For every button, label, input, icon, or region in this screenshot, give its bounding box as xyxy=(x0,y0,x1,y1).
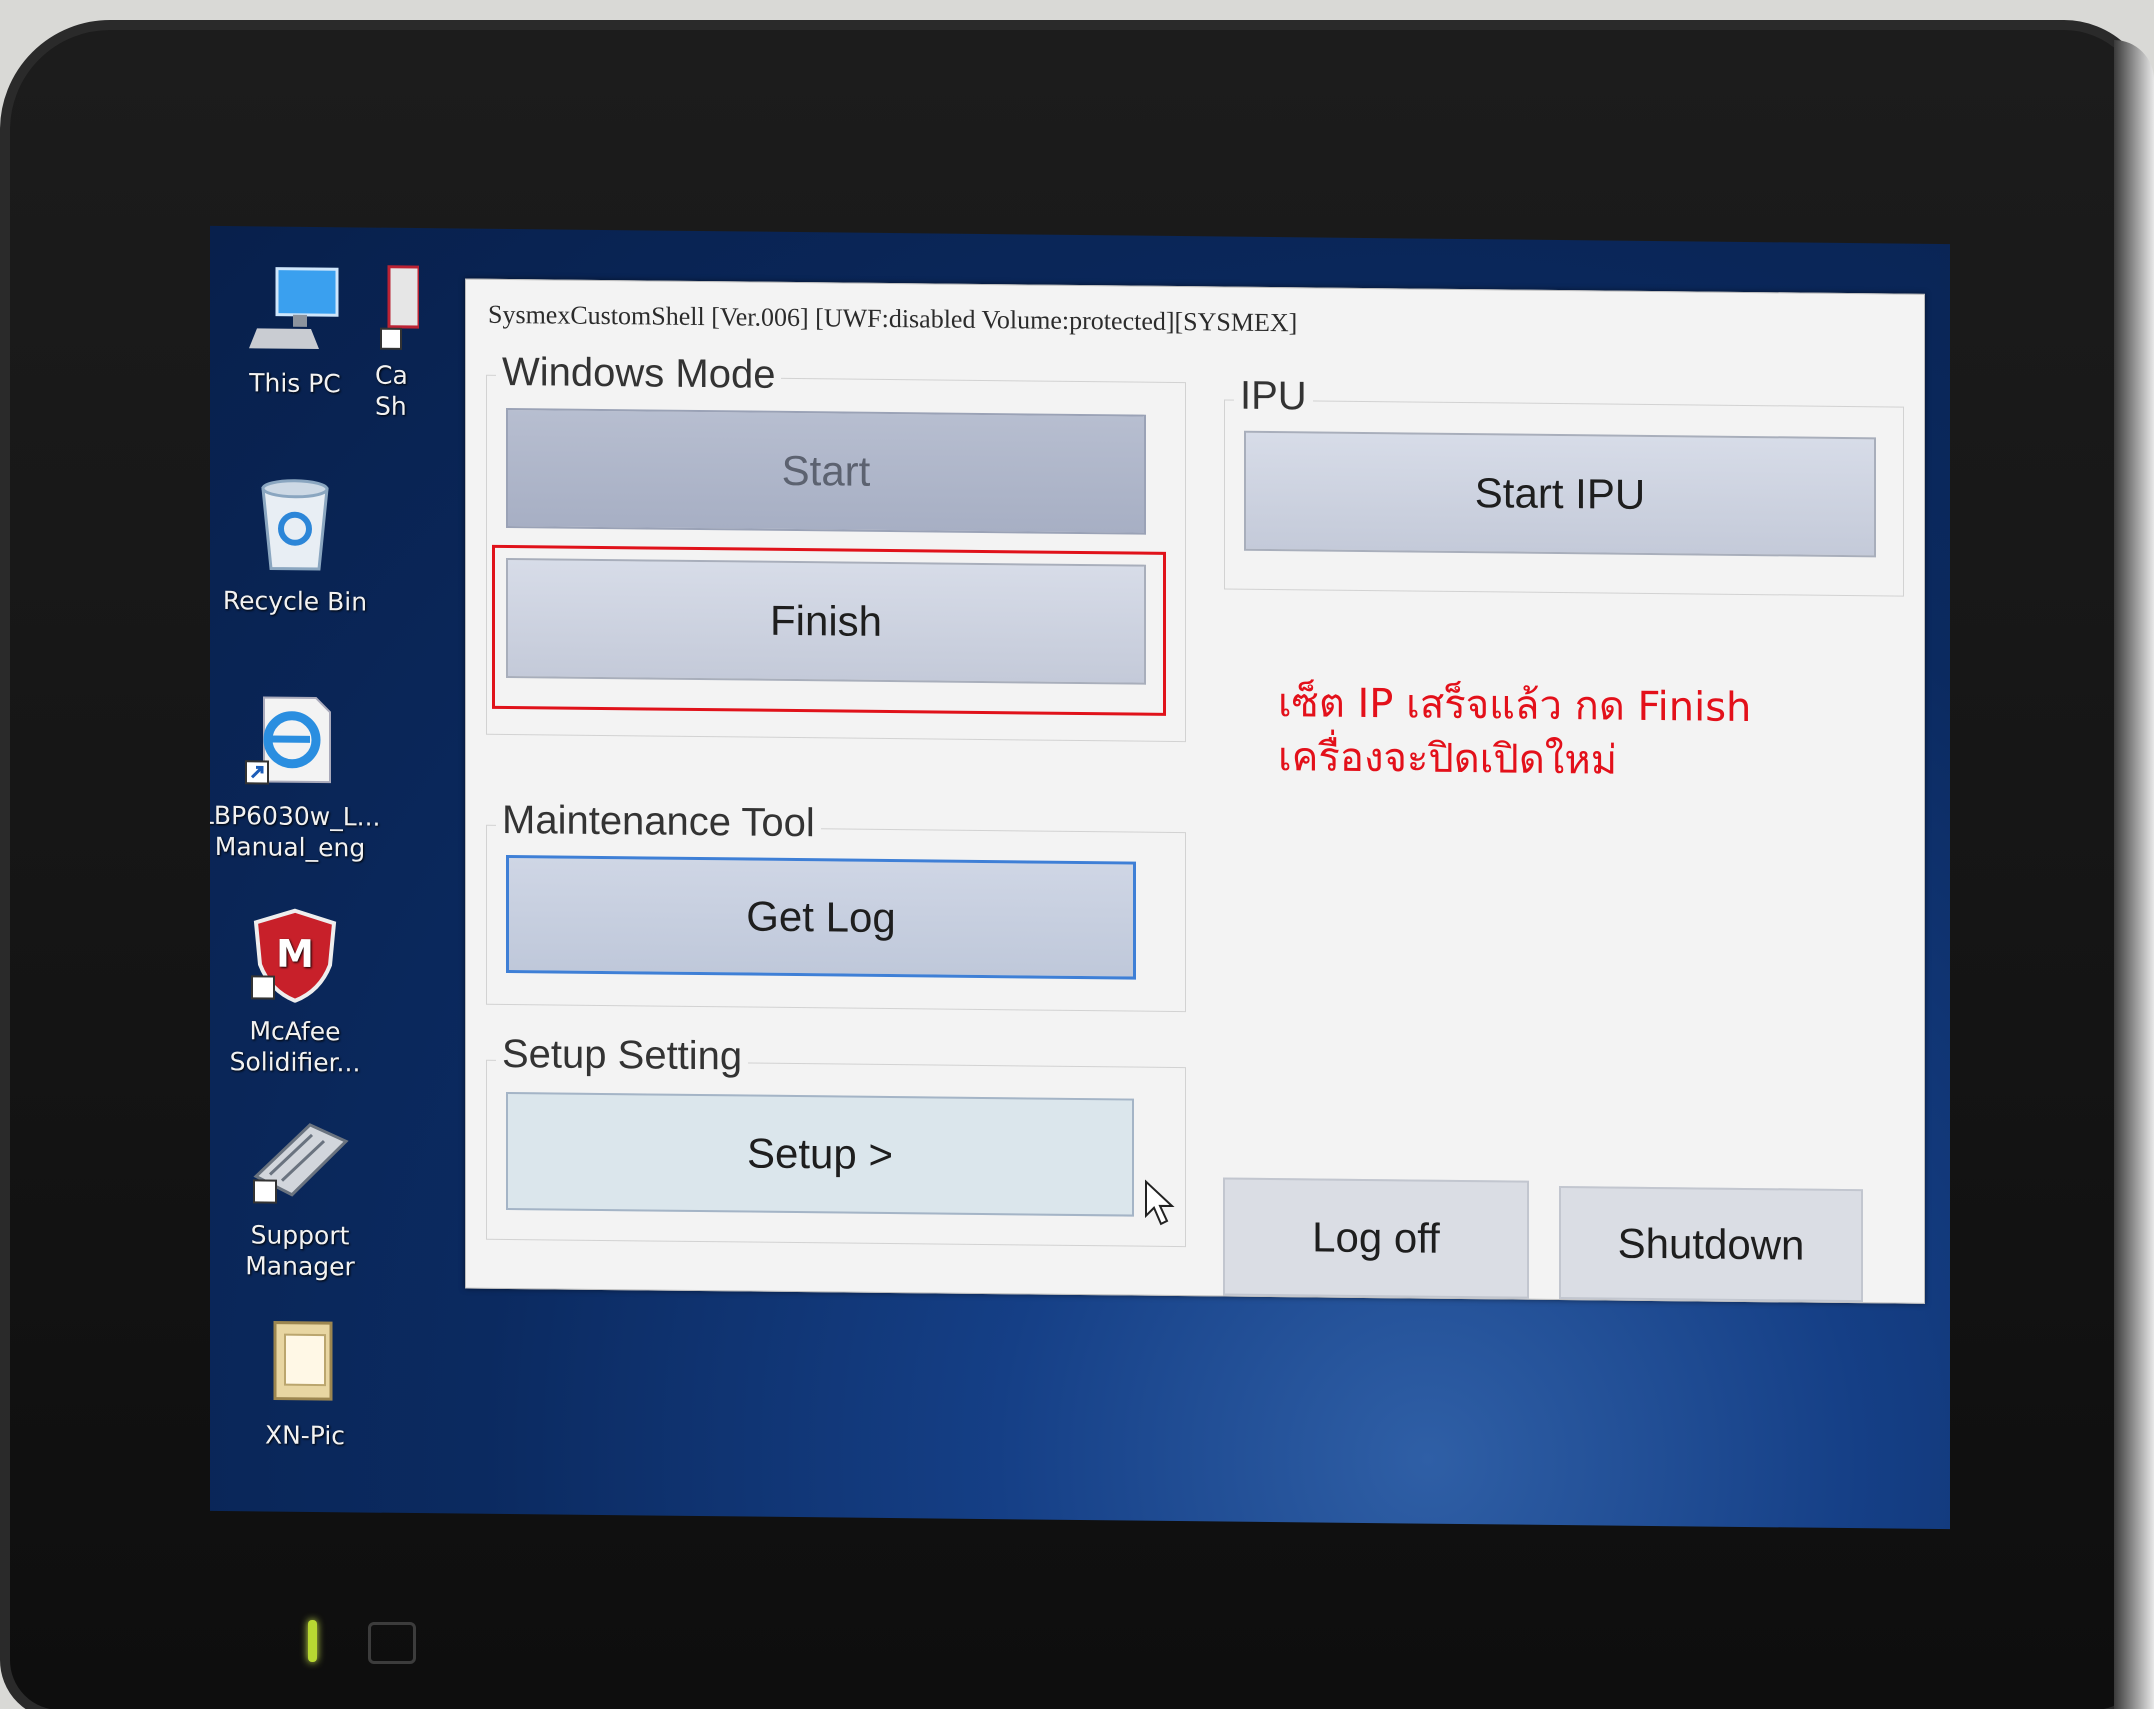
svg-text:M: M xyxy=(276,932,314,976)
desktop-icon-label: This PC xyxy=(249,368,341,399)
internet-explorer-shortcut-icon xyxy=(210,691,380,796)
desktop-icon-partial-shortcut[interactable]: Ca Sh xyxy=(375,263,445,423)
desktop-icon-label: XN-Pic xyxy=(264,1420,346,1451)
this-pc-icon xyxy=(210,266,385,363)
desktop-screen: This PC Recycle Bin LBP6030w_L... Manual… xyxy=(210,225,1950,1530)
support-manager-icon xyxy=(210,1116,390,1215)
desktop-icon-lbp-manual[interactable]: LBP6030w_L... Manual_eng xyxy=(210,691,381,864)
windows-mode-label: Windows Mode xyxy=(496,349,782,398)
start-button[interactable]: Start xyxy=(506,407,1146,535)
log-off-button[interactable]: Log off xyxy=(1223,1177,1529,1299)
desktop-icon-label: Ca Sh xyxy=(375,360,408,421)
power-led xyxy=(308,1620,317,1662)
folder-icon xyxy=(215,1316,395,1415)
sysmex-custom-shell-window: SysmexCustomShell [Ver.006] [UWF:disable… xyxy=(465,278,1925,1304)
setup-setting-label: Setup Setting xyxy=(496,1031,749,1080)
get-log-button[interactable]: Get Log xyxy=(506,854,1136,980)
ipu-label: IPU xyxy=(1234,373,1313,420)
shutdown-button[interactable]: Shutdown xyxy=(1559,1186,1863,1303)
mouse-cursor-icon xyxy=(1144,1179,1178,1231)
annotation-line-2: เครื่องจะปิดเปิดใหม่ xyxy=(1278,734,1618,784)
window-title: SysmexCustomShell [Ver.006] [UWF:disable… xyxy=(488,299,1298,338)
recycle-bin-icon xyxy=(210,476,385,581)
desktop-icon-label: Recycle Bin xyxy=(222,586,368,617)
desktop-icon-recycle-bin[interactable]: Recycle Bin xyxy=(210,476,385,618)
monitor-edge xyxy=(2114,40,2154,1709)
desktop-icon-support-manager[interactable]: Support Manager xyxy=(210,1116,390,1283)
desktop-icon-this-pc[interactable]: This PC xyxy=(210,266,385,400)
mcafee-shield-icon: M xyxy=(210,906,385,1011)
desktop-icon-label: LBP6030w_L... Manual_eng xyxy=(210,800,381,863)
desktop-icon-mcafee[interactable]: M McAfee Solidifier... xyxy=(210,906,385,1079)
bezel-button[interactable] xyxy=(368,1622,416,1664)
partial-shortcut-icon xyxy=(375,263,445,361)
setup-button[interactable]: Setup > xyxy=(506,1091,1134,1217)
maintenance-tool-label: Maintenance Tool xyxy=(496,797,821,847)
start-ipu-button[interactable]: Start IPU xyxy=(1244,430,1876,558)
desktop-icon-xn-pic[interactable]: XN-Pic xyxy=(215,1316,395,1452)
desktop-icon-label: Support Manager xyxy=(245,1220,355,1282)
annotation-line-1: เซ็ต IP เสร็จแล้ว กด Finish xyxy=(1278,680,1752,732)
finish-highlight-box xyxy=(492,544,1166,716)
desktop-icon-label: McAfee Solidifier... xyxy=(229,1016,361,1078)
